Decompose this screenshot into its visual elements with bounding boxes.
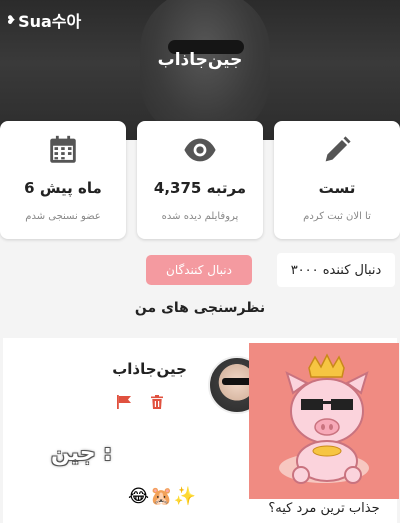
stat-value: تست: [318, 179, 356, 197]
stat-label: عضو نسنجی شدم: [25, 211, 101, 222]
app-logo-text: Sua수아: [18, 12, 82, 31]
followers-button[interactable]: دنبال کنندگان: [146, 255, 252, 285]
poll-caption: جذاب ترین مرد کیه؟: [268, 501, 380, 516]
delete-trash-icon[interactable]: [149, 394, 165, 410]
profile-name: جین‌جاذاب: [157, 50, 243, 70]
pig-character-illustration: [279, 353, 369, 484]
emoji-sticker: 😂🐹✨: [128, 486, 197, 507]
stat-card-member-since: 6 ماه پیش عضو نسنجی شدم: [0, 121, 126, 239]
stat-value: 4,375 مرتبه: [153, 179, 247, 197]
sticker-text: جین :: [51, 441, 113, 466]
poll-card[interactable]: جین‌جاذاب جذاب ترین مرد ک: [3, 338, 399, 523]
poll-author-name: جین‌جاذاب: [112, 360, 187, 378]
followers-count: ۳۰۰۰ دنبال کننده: [277, 253, 395, 287]
stat-label: تا الان ثبت کردم: [303, 211, 371, 222]
pencil-icon: [325, 136, 351, 162]
cover-photo: [140, 0, 270, 140]
stat-card-submitted: تست تا الان ثبت کردم: [274, 121, 400, 239]
eye-icon: [184, 138, 216, 162]
calendar-icon: [50, 135, 76, 163]
app-logo[interactable]: ❥ Sua수아: [6, 8, 81, 32]
section-title: نظرسنجی های من: [134, 300, 266, 316]
heart-icon: ❥: [6, 13, 17, 27]
poll-image[interactable]: [249, 343, 399, 499]
stat-value: 6 ماه پیش: [24, 179, 102, 197]
stat-label: پروفایلم دیده شده: [161, 211, 239, 222]
stat-card-views: 4,375 مرتبه پروفایلم دیده شده: [137, 121, 263, 239]
report-flag-icon[interactable]: [115, 394, 133, 410]
profile-header: ❥ Sua수아 جین‌جاذاب: [0, 0, 400, 140]
